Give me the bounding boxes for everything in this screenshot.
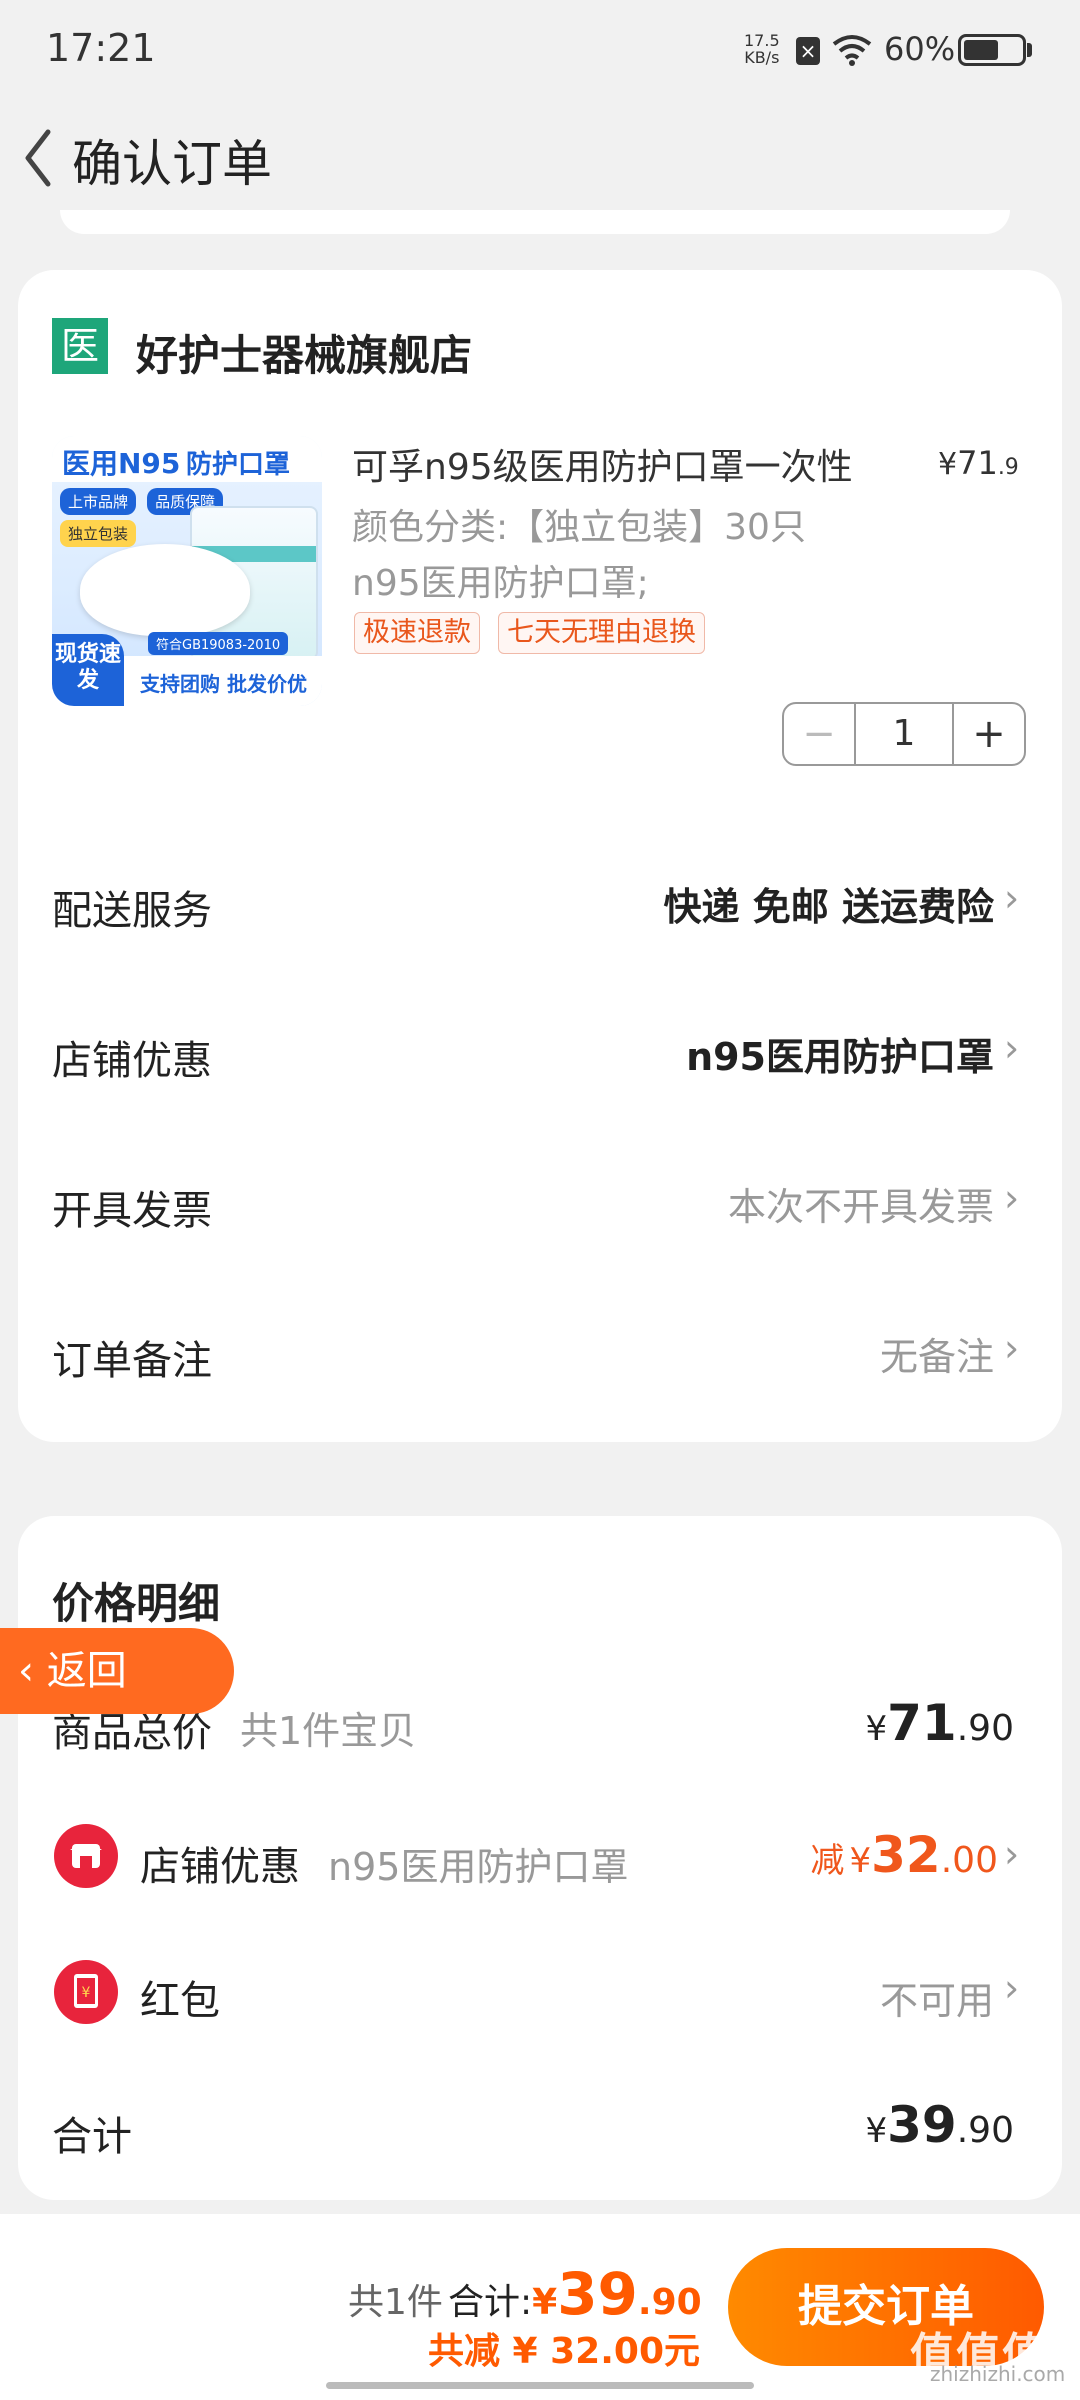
image-title-a: 医用N95 [62, 447, 181, 480]
floating-back-button[interactable]: ‹ 返回 [0, 1628, 234, 1714]
status-time: 17:21 [46, 26, 156, 70]
svg-text:¥: ¥ [82, 1985, 91, 2001]
page-title: 确认订单 [72, 135, 272, 193]
product-image[interactable]: 医用N95 防护口罩 上市品牌 品质保障 独立包装 现货速发 符合GB19083… [52, 436, 322, 706]
chevron-left-icon: ‹ [18, 1648, 34, 1694]
red-packet-icon: ¥ [54, 1960, 118, 2024]
total-sub: 共1件宝贝 [240, 1709, 417, 1753]
image-tag: 独立包装 [60, 520, 137, 547]
product-sku[interactable]: 颜色分类:【独立包装】30只 [352, 498, 806, 550]
store-name[interactable]: 好护士器械旗舰店 [136, 322, 472, 383]
quantity-value[interactable]: 1 [854, 704, 954, 764]
chevron-right-icon[interactable]: › [1004, 1966, 1019, 2010]
red-packet-value[interactable]: 不可用 [880, 1970, 994, 2025]
image-standard: 符合GB19083-2010 [148, 632, 289, 655]
image-support: 支持团购 批发价优 [140, 672, 307, 696]
chevron-right-icon[interactable]: › [1004, 1326, 1019, 1370]
product-price: ¥71.9 [938, 444, 1019, 482]
battery-tip [1027, 43, 1032, 57]
order-note-label: 订单备注 [52, 1338, 212, 1384]
increase-button[interactable]: + [954, 704, 1024, 764]
mask-graphic [80, 544, 250, 636]
watermark-sub: zhizhizhi.com [930, 2362, 1066, 2386]
invoice-value[interactable]: 本次不开具发票 [728, 1176, 994, 1231]
battery-percent: 60% [884, 30, 956, 68]
checkout-saved: 共减 ¥ 32.00元 [428, 2331, 700, 2372]
product-sku[interactable]: n95医用防护口罩; [352, 554, 649, 606]
discount-label: 店铺优惠 [140, 1844, 300, 1890]
chevron-right-icon[interactable]: › [1004, 1832, 1019, 1876]
chevron-right-icon[interactable]: › [1004, 876, 1019, 920]
checkout-total: 共1件 合计:¥39.90 [348, 2260, 702, 2328]
previous-card-edge [60, 210, 1010, 234]
chevron-right-icon[interactable]: › [1004, 1176, 1019, 1220]
chevron-right-icon[interactable]: › [1004, 1026, 1019, 1070]
service-tag-seven-day-return: 七天无理由退换 [498, 612, 705, 654]
back-arrow-icon[interactable] [14, 120, 64, 196]
wifi-icon [832, 35, 872, 66]
image-title-b: 防护口罩 [186, 450, 291, 480]
discount-amount[interactable]: 减 ¥32.00 [810, 1826, 998, 1884]
store-logo: 医 [52, 318, 108, 374]
red-packet-label: 红包 [140, 1978, 220, 2024]
service-tag-fast-refund: 极速退款 [354, 612, 480, 654]
product-title[interactable]: 可孚n95级医用防护口罩一次性 [352, 438, 853, 490]
home-indicator[interactable] [326, 2382, 754, 2389]
delivery-value[interactable]: 快递 免邮 送运费险 [664, 876, 994, 931]
quantity-stepper: − 1 + [782, 702, 1026, 766]
total-amount: ¥71.90 [865, 1694, 1015, 1752]
delivery-label: 配送服务 [52, 888, 212, 934]
sum-label: 合计 [52, 2114, 132, 2160]
speed-unit: KB/s [744, 48, 780, 67]
shop-icon [54, 1824, 118, 1888]
battery-icon [958, 34, 1026, 66]
sum-amount: ¥39.90 [865, 2096, 1015, 2154]
decrease-button[interactable]: − [784, 704, 854, 764]
store-discount-value[interactable]: n95医用防护口罩 [686, 1026, 994, 1081]
network-speed: 17.5 KB/s [744, 32, 780, 66]
order-note-value[interactable]: 无备注 [880, 1326, 994, 1381]
speed-value: 17.5 [744, 31, 780, 50]
status-bar: 17:21 17.5 KB/s × 60% [0, 0, 1080, 110]
battery-level [964, 40, 998, 60]
store-discount-label: 店铺优惠 [52, 1038, 212, 1084]
price-detail-title: 价格明细 [52, 1579, 221, 1628]
image-tag: 上市品牌 [60, 488, 137, 515]
discount-sub: n95医用防护口罩 [328, 1845, 629, 1889]
no-sim-icon: × [796, 37, 820, 65]
invoice-label: 开具发票 [52, 1188, 212, 1234]
image-badge: 现货速发 [52, 634, 124, 706]
